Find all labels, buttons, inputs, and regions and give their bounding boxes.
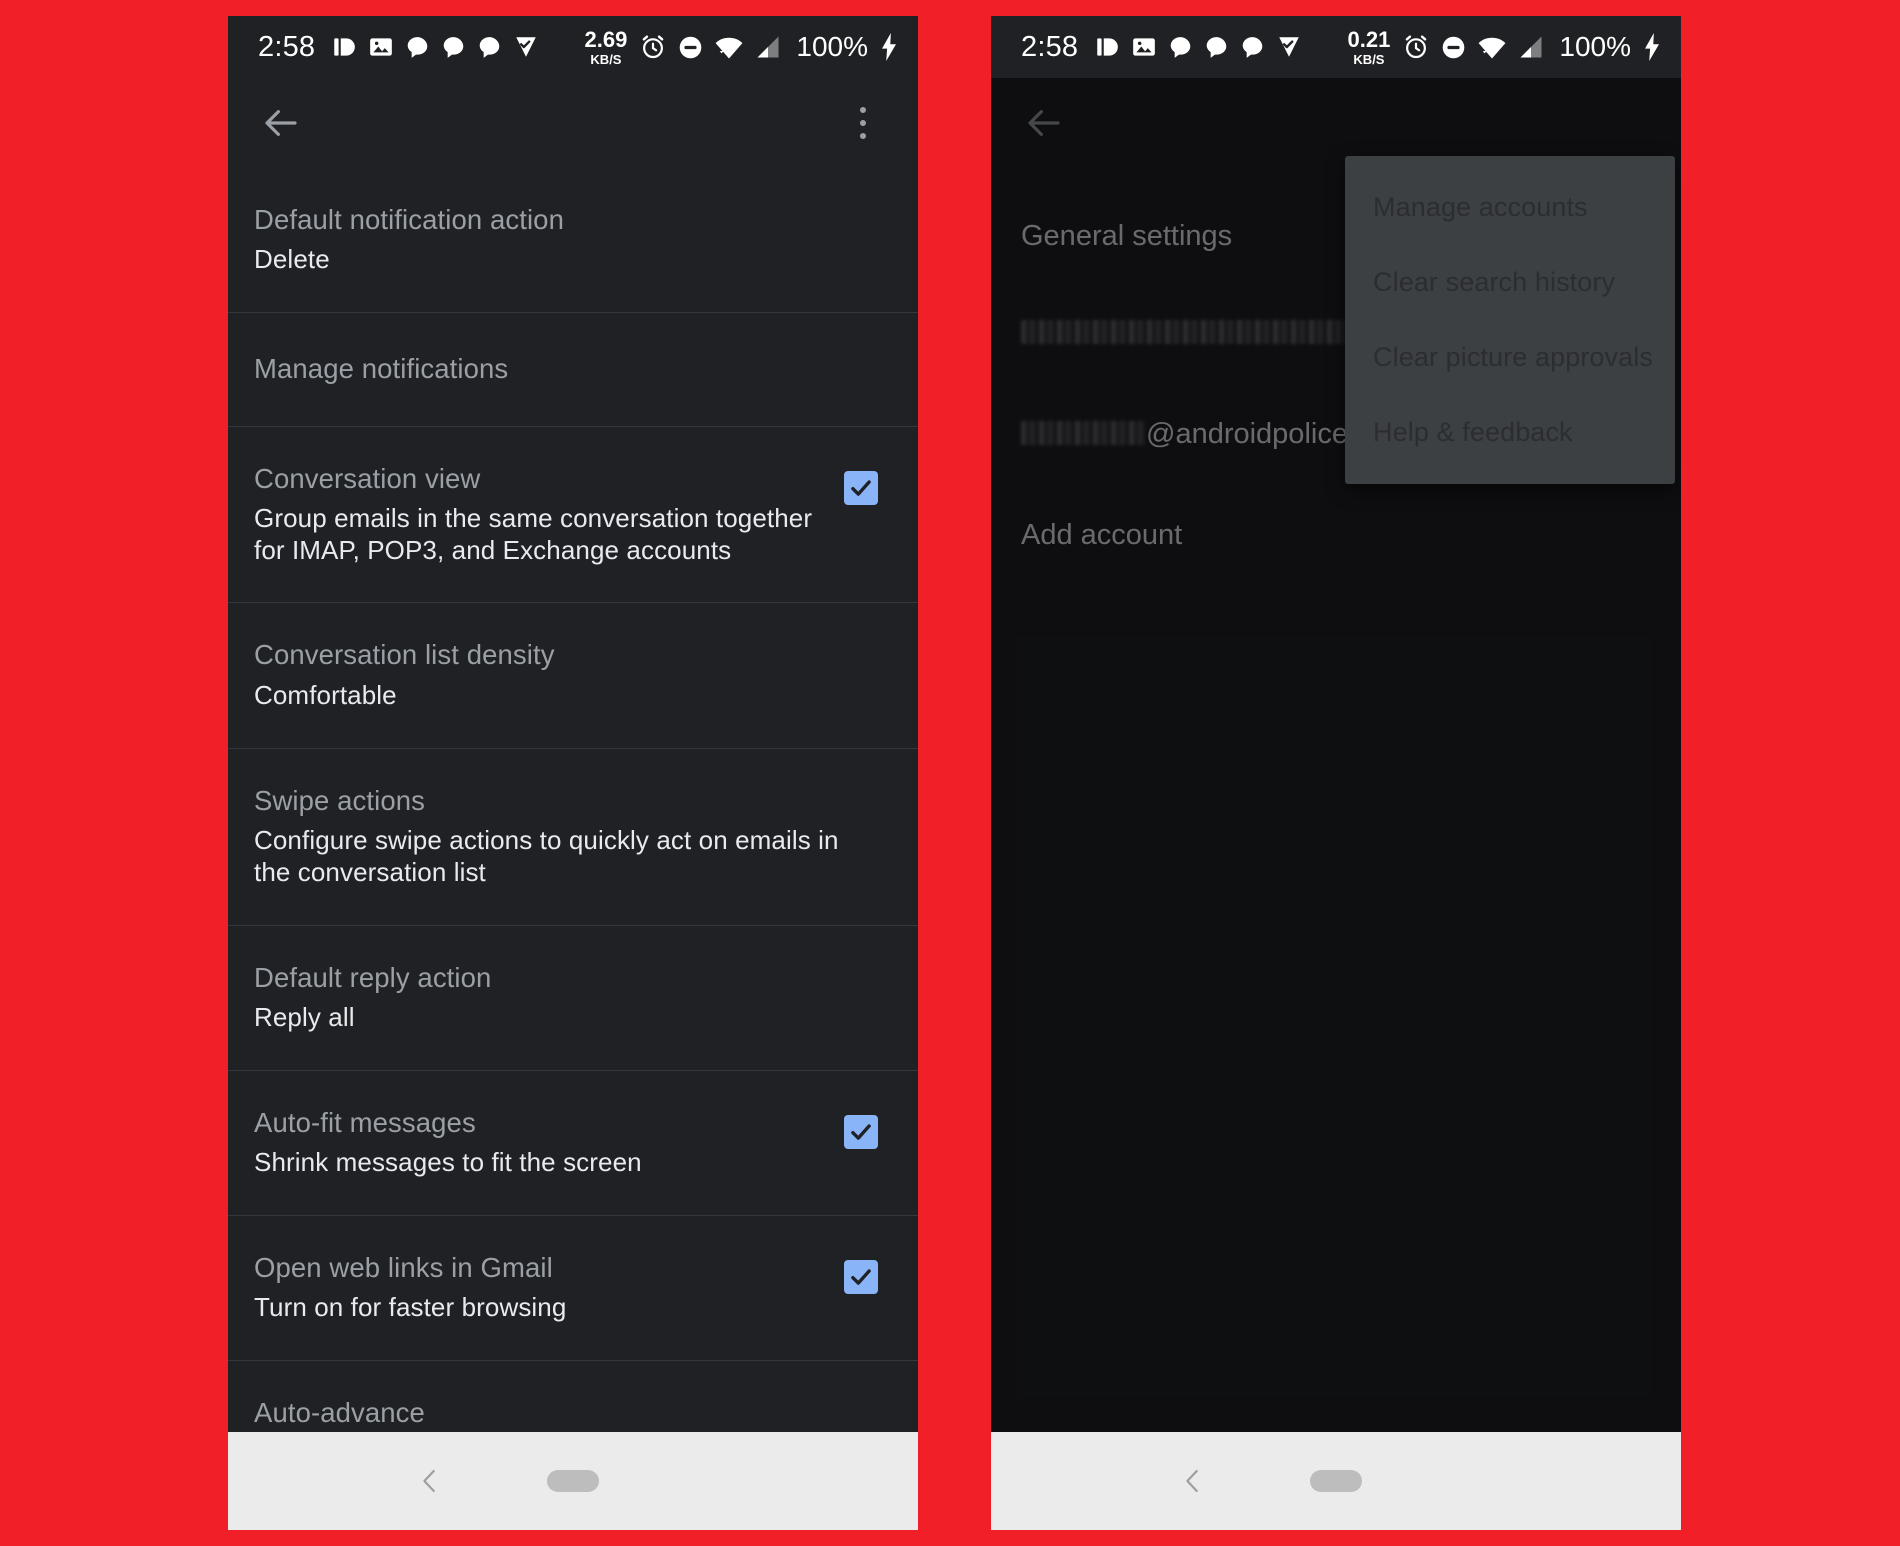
setting-value: Delete — [254, 244, 330, 275]
setting-row-default-notification-action[interactable]: Default notification action Delete — [228, 168, 918, 314]
setting-checkbox-open-web-links[interactable] — [844, 1259, 878, 1294]
setting-title: Auto-fit messages — [254, 1106, 476, 1138]
system-navigation-bar — [991, 1432, 1681, 1530]
tasks-check-icon — [513, 34, 539, 60]
setting-title: Default reply action — [254, 961, 492, 993]
wifi-icon — [714, 34, 744, 61]
nav-back-icon — [415, 1466, 445, 1496]
setting-value: Reply all — [254, 1001, 355, 1032]
home-pill-indicator[interactable] — [547, 1470, 599, 1492]
back-button[interactable] — [254, 96, 308, 150]
setting-row-open-web-links-in-gmail[interactable]: Open web links in Gmail Turn on for fast… — [228, 1216, 918, 1361]
overflow-menu-icon — [860, 107, 866, 139]
setting-row-manage-notifications[interactable]: Manage notifications — [228, 313, 918, 427]
add-account-item[interactable]: Add account — [991, 485, 1681, 586]
screenshot-image-icon — [1131, 34, 1157, 60]
chat-bubble-icon — [1240, 35, 1265, 60]
status-bar: 2:58 — [991, 16, 1681, 78]
status-notification-icons — [331, 34, 539, 60]
battery-percentage: 100% — [1559, 31, 1631, 62]
menu-item-help-and-feedback[interactable]: Help & feedback — [1345, 395, 1675, 470]
setting-row-default-reply-action[interactable]: Default reply action Reply all — [228, 926, 918, 1071]
setting-row-swipe-actions[interactable]: Swipe actions Configure swipe actions to… — [228, 749, 918, 926]
network-speed-unit: KB/S — [1353, 51, 1385, 67]
chat-bubble-icon — [405, 35, 430, 60]
nav-back-icon — [1178, 1466, 1208, 1496]
setting-title: Swipe actions — [254, 784, 425, 816]
battery-percentage: 100% — [796, 31, 868, 62]
cell-signal-icon — [1517, 34, 1545, 60]
setting-title: Conversation view — [254, 462, 481, 494]
network-speed-indicator: 2.69 KB/S — [584, 26, 628, 67]
network-speed-value: 2.69 — [584, 26, 628, 52]
pushbullet-icon — [331, 34, 357, 60]
setting-description: Shrink messages to fit the screen — [254, 1147, 642, 1178]
setting-checkbox-auto-fit-messages[interactable] — [844, 1114, 878, 1149]
home-pill-indicator[interactable] — [1310, 1470, 1362, 1492]
system-navigation-bar — [228, 1432, 918, 1530]
right-phone-screen: 2:58 0.21 KB/S 100% General settings @an… — [991, 16, 1681, 1530]
overflow-popup-menu[interactable]: Manage accounts Clear search history Cle… — [1345, 156, 1675, 484]
back-arrow-icon — [260, 102, 302, 144]
tasks-check-icon — [1276, 34, 1302, 60]
left-phone-screen: 2:58 2.69 KB/S 100% Default notification… — [228, 16, 918, 1530]
charging-bolt-icon — [1641, 33, 1663, 61]
wifi-icon — [1477, 34, 1507, 61]
status-clock: 2:58 — [258, 30, 316, 63]
setting-description: Turn on for faster browsing — [254, 1292, 567, 1323]
status-system-icons: 0.21 KB/S 100% — [1347, 26, 1663, 67]
setting-description: Configure swipe actions to quickly act o… — [254, 825, 839, 887]
menu-item-clear-picture-approvals[interactable]: Clear picture approvals — [1345, 320, 1675, 395]
setting-row-auto-fit-messages[interactable]: Auto-fit messages Shrink messages to fit… — [228, 1071, 918, 1216]
pushbullet-icon — [1094, 34, 1120, 60]
overflow-menu-button[interactable] — [836, 96, 890, 150]
alarm-icon — [1402, 33, 1430, 61]
setting-title: Default notification action — [254, 204, 564, 235]
setting-value: Comfortable — [254, 679, 397, 710]
alarm-icon — [639, 33, 667, 61]
menu-item-manage-accounts[interactable]: Manage accounts — [1345, 170, 1675, 245]
chat-bubble-icon — [1168, 35, 1193, 60]
nav-back-button[interactable] — [406, 1457, 454, 1505]
app-toolbar — [228, 78, 918, 168]
general-settings-list[interactable]: Default notification action Delete Manag… — [228, 168, 918, 1432]
back-arrow-icon — [1023, 102, 1065, 144]
network-speed-indicator: 0.21 KB/S — [1347, 26, 1391, 67]
app-toolbar — [991, 78, 1681, 168]
do-not-disturb-icon — [677, 34, 704, 61]
chat-bubble-icon — [1204, 35, 1229, 60]
cell-signal-icon — [754, 34, 782, 60]
screenshot-image-icon — [368, 34, 394, 60]
chat-bubble-icon — [441, 35, 466, 60]
setting-title: Auto-advance — [254, 1396, 425, 1428]
do-not-disturb-icon — [1440, 34, 1467, 61]
setting-row-conversation-list-density[interactable]: Conversation list density Comfortable — [228, 603, 918, 749]
setting-title: Manage notifications — [254, 353, 509, 385]
back-button[interactable] — [1017, 96, 1071, 150]
network-speed-unit: KB/S — [590, 51, 622, 67]
setting-row-auto-advance[interactable]: Auto-advance Show conversation list afte… — [228, 1361, 918, 1432]
accounts-screen-content: General settings @androidpolice.com Add … — [991, 78, 1681, 1432]
setting-description: Group emails in the same conversation to… — [254, 503, 813, 565]
redacted-email-bar — [1021, 421, 1146, 445]
chat-bubble-icon — [477, 35, 502, 60]
nav-back-button[interactable] — [1169, 1457, 1217, 1505]
setting-row-conversation-view[interactable]: Conversation view Group emails in the sa… — [228, 427, 918, 604]
status-clock: 2:58 — [1021, 30, 1079, 63]
setting-title: Conversation list density — [254, 639, 555, 671]
charging-bolt-icon — [878, 33, 900, 61]
setting-checkbox-conversation-view[interactable] — [844, 470, 878, 505]
status-bar: 2:58 — [228, 16, 918, 78]
screenshot-canvas: 2:58 2.69 KB/S 100% Default notification… — [0, 0, 1900, 1546]
menu-item-clear-search-history[interactable]: Clear search history — [1345, 245, 1675, 320]
network-speed-value: 0.21 — [1347, 26, 1391, 52]
setting-title: Open web links in Gmail — [254, 1251, 553, 1283]
status-system-icons: 2.69 KB/S 100% — [584, 26, 900, 67]
redacted-email-bar — [1021, 320, 1346, 344]
status-notification-icons — [1094, 34, 1302, 60]
